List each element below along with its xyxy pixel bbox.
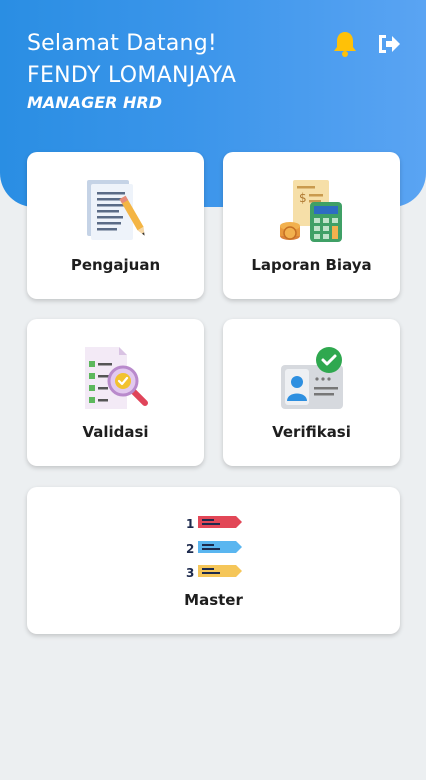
logout-icon[interactable] xyxy=(376,32,402,56)
id-card-check-icon xyxy=(277,345,347,411)
menu-label: Pengajuan xyxy=(70,256,161,274)
menu-label: Master xyxy=(184,591,243,609)
document-pencil-icon xyxy=(83,178,149,244)
greeting-text: Selamat Datang! xyxy=(27,31,217,56)
svg-text:2: 2 xyxy=(186,542,194,556)
menu-card-laporan-biaya[interactable]: $ Laporan Biaya xyxy=(223,152,400,299)
menu-card-verifikasi[interactable]: Verifikasi xyxy=(223,319,400,466)
svg-text:1: 1 xyxy=(186,517,194,531)
calculator-invoice-icon: $ xyxy=(277,178,347,244)
numbered-list-icon: 1 2 3 xyxy=(184,513,244,580)
menu-label: Laporan Biaya xyxy=(251,256,372,274)
user-name: FENDY LOMANJAYA xyxy=(27,63,237,88)
menu-label: Validasi xyxy=(82,423,149,441)
bell-icon[interactable] xyxy=(332,30,358,58)
menu-label: Verifikasi xyxy=(272,423,351,441)
user-role: MANAGER HRD xyxy=(27,93,163,112)
menu-card-validasi[interactable]: Validasi xyxy=(27,319,204,466)
menu-card-master[interactable]: 1 2 3 Master xyxy=(27,487,400,634)
svg-text:3: 3 xyxy=(186,566,194,579)
menu-card-pengajuan[interactable]: Pengajuan xyxy=(27,152,204,299)
svg-text:$: $ xyxy=(299,191,307,205)
checklist-magnifier-icon xyxy=(81,345,151,411)
